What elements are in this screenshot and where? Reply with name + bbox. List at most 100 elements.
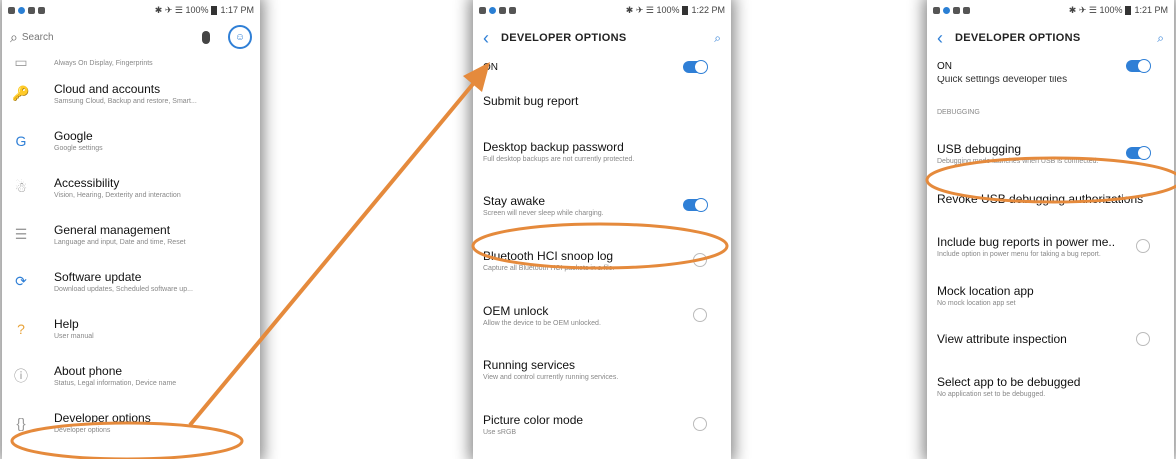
status-bar: ✱ ✈ ☰ 100% 1:21 PM	[927, 0, 1174, 20]
notification-icon	[38, 6, 45, 14]
option-text: Revoke USB debugging authorizations	[937, 192, 1143, 206]
option-title: View attribute inspection	[937, 332, 1067, 346]
option-subtitle: Debugging mode launches when USB is conn…	[937, 157, 1099, 165]
notification-icons	[479, 6, 516, 14]
info-icon: ⓘ	[14, 367, 28, 384]
option-text: Bluetooth HCI snoop log Capture all Bluet…	[483, 249, 615, 272]
key-icon: 🔑	[12, 85, 30, 101]
settings-item-text: Help User manual	[54, 317, 94, 340]
settings-item[interactable]: ⓘ About phone Status, Legal information, D…	[2, 352, 260, 399]
master-toggle[interactable]	[1126, 59, 1151, 73]
quick-settings-tiles-row[interactable]: Quick settings developer tiles	[927, 76, 1174, 98]
on-label: ON	[483, 61, 498, 73]
option-text: OEM unlock Allow the device to be OEM unl…	[483, 304, 601, 327]
option-row[interactable]: Desktop backup password Full desktop back…	[473, 124, 731, 178]
debugging-options-list: USB debugging Debugging mode launches whe…	[927, 128, 1174, 412]
option-row[interactable]: View attribute inspection	[927, 318, 1174, 360]
account-icon[interactable]: ☺	[228, 25, 252, 49]
settings-item-text: Always On Display, Fingerprints	[54, 58, 153, 67]
notification-icons	[933, 6, 970, 14]
notification-icon	[953, 6, 960, 14]
settings-item[interactable]: ⟳ Software update Download updates, Schedu…	[2, 258, 260, 305]
settings-item-subtitle: Always On Display, Fingerprints	[54, 59, 153, 67]
option-toggle[interactable]	[1126, 146, 1151, 160]
search-bar[interactable]: ⌕ Search ☺	[2, 20, 260, 54]
option-switch-off[interactable]	[693, 308, 707, 322]
settings-item[interactable]: {} Developer options Developer options	[2, 399, 260, 446]
option-row[interactable]: Picture color mode Use sRGB	[473, 396, 731, 452]
option-row[interactable]: Running services View and control current…	[473, 342, 731, 396]
settings-item[interactable]: ☃ Accessibility Vision, Hearing, Dexterity…	[2, 164, 260, 211]
accessibility-icon: ☃	[14, 179, 28, 195]
status-bar: ✱ ✈ ☰ 100% 1:22 PM	[473, 0, 731, 20]
notification-icon	[28, 6, 35, 14]
option-title: Include bug reports in power me..	[937, 234, 1116, 249]
master-toggle[interactable]	[683, 60, 708, 74]
status-icons: ✱ ✈ ☰ 100%	[1068, 4, 1123, 15]
option-text: USB debugging Debugging mode launches whe…	[937, 142, 1099, 165]
back-arrow-icon[interactable]: ‹	[483, 28, 489, 49]
option-toggle[interactable]	[683, 198, 708, 212]
option-row[interactable]: Select app to be debugged No application …	[927, 360, 1174, 412]
option-row[interactable]: USB debugging Debugging mode launches whe…	[927, 128, 1174, 178]
settings-item[interactable]: ? Help User manual	[2, 305, 260, 352]
page-title: DEVELOPER OPTIONS	[955, 32, 1081, 44]
option-switch-off[interactable]	[693, 253, 707, 267]
settings-item-subtitle: Status, Legal information, Device name	[54, 380, 177, 387]
battery-icon	[1125, 5, 1132, 15]
master-switch-row[interactable]: ON	[927, 56, 1174, 76]
settings-item[interactable]: ▭ Always On Display, Fingerprints	[2, 54, 260, 70]
app-bar: ‹ DEVELOPER OPTIONS ⌕	[473, 20, 731, 56]
back-arrow-icon[interactable]: ‹	[937, 28, 943, 49]
option-text: Stay awake Screen will never sleep while …	[483, 194, 604, 217]
option-text: Desktop backup password Full desktop back…	[483, 140, 634, 163]
option-subtitle: No mock location app set	[937, 299, 1016, 307]
option-text: Running services View and control current…	[483, 358, 618, 381]
settings-item-title: General management	[54, 223, 171, 237]
battery-icon	[682, 5, 689, 15]
settings-item[interactable]: ☰ General management Language and input, D…	[2, 211, 260, 258]
settings-item-text: Cloud and accounts Samsung Cloud, Backup …	[54, 82, 197, 105]
settings-item[interactable]: G Google Google settings	[2, 117, 260, 164]
settings-item-title: Google	[54, 129, 93, 143]
option-row[interactable]: Mock location app No mock location app se…	[927, 272, 1174, 318]
option-subtitle: Screen will never sleep while charging.	[483, 209, 604, 217]
notification-icon	[18, 6, 25, 14]
option-title: Select app to be debugged	[937, 374, 1081, 389]
settings-screen: ✱ ✈ ☰ 100% 1:17 PM ⌕ Search ☺ ▭ Always On…	[2, 0, 260, 459]
option-text: Mock location app No mock location app se…	[937, 284, 1034, 307]
notification-icon	[479, 6, 486, 14]
developer-options-debug-screen: ✱ ✈ ☰ 100% 1:21 PM ‹ DEVELOPER OPTIONS ⌕…	[927, 0, 1174, 459]
option-switch-off[interactable]	[1136, 239, 1150, 253]
settings-item[interactable]: 🔑 Cloud and accounts Samsung Cloud, Backup…	[2, 70, 260, 117]
sliders-icon: ☰	[14, 226, 28, 242]
settings-item-subtitle: Google settings	[54, 145, 103, 152]
option-text: Submit bug report	[483, 94, 578, 108]
notification-icon	[499, 6, 506, 14]
settings-item-title: Software update	[54, 270, 142, 284]
option-subtitle: Full desktop backups are not currently p…	[483, 155, 635, 163]
status-time: 1:17 PM	[220, 5, 254, 15]
option-row[interactable]: Include bug reports in power me.. Include…	[927, 220, 1174, 272]
search-input[interactable]: Search	[22, 32, 202, 43]
option-row[interactable]: Submit bug report	[473, 78, 731, 124]
settings-item-subtitle: Vision, Hearing, Dexterity and interacti…	[54, 192, 181, 199]
option-row[interactable]: Stay awake Screen will never sleep while …	[473, 178, 731, 232]
option-row[interactable]: Revoke USB debugging authorizations	[927, 178, 1174, 220]
settings-item-title: Developer options	[54, 411, 151, 425]
option-row[interactable]: Bluetooth HCI snoop log Capture all Bluet…	[473, 232, 731, 288]
option-text: View attribute inspection	[937, 332, 1067, 346]
search-icon[interactable]: ⌕	[714, 31, 721, 46]
option-row[interactable]: OEM unlock Allow the device to be OEM unl…	[473, 288, 731, 342]
option-subtitle: Include option in power menu for taking …	[937, 250, 1101, 258]
option-subtitle: Use sRGB	[483, 428, 517, 436]
mic-icon[interactable]	[202, 30, 210, 44]
master-switch-row[interactable]: ON	[473, 56, 731, 78]
search-icon[interactable]: ⌕	[1157, 31, 1164, 46]
option-title: Desktop backup password	[483, 139, 624, 154]
option-switch-off[interactable]	[1136, 332, 1150, 346]
option-subtitle: View and control currently running servi…	[483, 373, 619, 381]
option-switch-off[interactable]	[693, 417, 707, 431]
code-braces-icon: {}	[16, 414, 26, 431]
settings-item-subtitle: Language and input, Date and time, Reset	[54, 239, 186, 246]
